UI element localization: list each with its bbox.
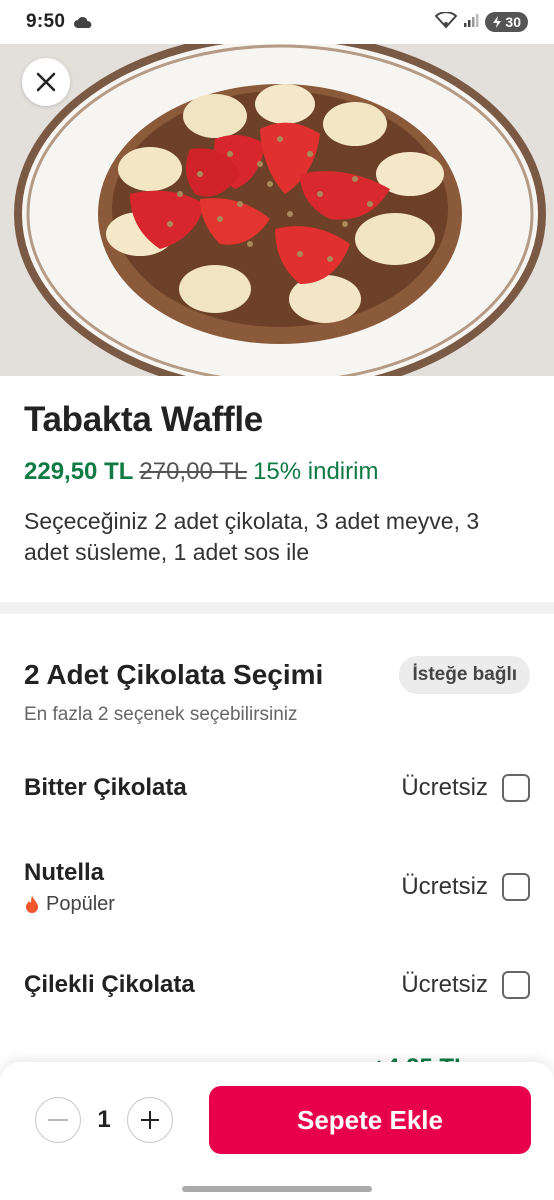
option-checkbox[interactable] xyxy=(502,774,530,802)
option-price: Ücretsiz xyxy=(401,971,488,998)
status-icons: 30 xyxy=(435,10,528,33)
battery-icon: 30 xyxy=(485,12,528,32)
section-divider xyxy=(0,602,554,614)
popular-tag: Popüler xyxy=(24,893,115,916)
option-name-group: Nutella Popüler xyxy=(24,859,115,916)
cloud-icon xyxy=(73,16,93,28)
status-bar: 9:50 30 xyxy=(0,0,554,44)
option-price: Ücretsiz xyxy=(401,873,488,900)
option-checkbox[interactable] xyxy=(502,873,530,901)
discounted-price: 229,50 TL xyxy=(24,458,134,485)
option-price: Ücretsiz xyxy=(401,774,488,801)
option-name: Nutella xyxy=(24,858,105,886)
wifi-icon xyxy=(435,10,458,33)
price-row: 229,50 TL 270,00 TL 15% indirim xyxy=(24,458,530,486)
product-description: Seçeceğiniz 2 adet çikolata, 3 adet meyv… xyxy=(24,508,480,565)
options-title: 2 Adet Çikolata Seçimi xyxy=(24,659,324,690)
original-price: 270,00 TL xyxy=(139,458,248,485)
option-checkbox[interactable] xyxy=(502,971,530,999)
discount-label: 15% indirim xyxy=(253,458,379,485)
options-section: 2 Adet Çikolata Seçimi İsteğe bağlı En f… xyxy=(0,614,554,726)
options-subtitle: En fazla 2 seçenek seçebilirsiniz xyxy=(24,704,298,725)
product-title: Tabakta Waffle xyxy=(24,400,263,439)
option-row-nutella[interactable]: Nutella Popüler Ücretsiz xyxy=(24,854,530,920)
close-icon xyxy=(36,72,56,92)
plus-icon xyxy=(141,1111,159,1129)
close-button[interactable] xyxy=(22,58,70,106)
option-name: Bitter Çikolata xyxy=(24,774,187,801)
quantity-value: 1 xyxy=(97,1106,111,1133)
fire-icon xyxy=(26,895,38,913)
battery-level: 30 xyxy=(505,14,521,30)
bottom-bar: 1 Sepete Ekle xyxy=(0,1062,554,1200)
add-to-cart-button[interactable]: Sepete Ekle xyxy=(209,1086,531,1154)
option-name: Çilekli Çikolata xyxy=(24,971,195,998)
minus-icon xyxy=(48,1119,68,1121)
popular-label: Popüler xyxy=(46,892,115,915)
option-row-cilekli[interactable]: Çilekli Çikolata Ücretsiz xyxy=(24,965,530,1005)
increase-quantity-button[interactable] xyxy=(127,1097,173,1143)
options-header: 2 Adet Çikolata Seçimi İsteğe bağlı xyxy=(24,656,530,694)
product-image xyxy=(0,44,554,376)
waffle-illustration xyxy=(0,44,554,376)
signal-icon xyxy=(463,12,479,33)
optional-badge: İsteğe bağlı xyxy=(399,656,530,694)
decrease-quantity-button[interactable] xyxy=(35,1097,81,1143)
home-indicator xyxy=(182,1186,372,1192)
option-row-bitter[interactable]: Bitter Çikolata Ücretsiz xyxy=(24,768,530,808)
product-info: Tabakta Waffle 229,50 TL 270,00 TL 15% i… xyxy=(0,376,554,602)
status-time: 9:50 xyxy=(26,11,66,32)
